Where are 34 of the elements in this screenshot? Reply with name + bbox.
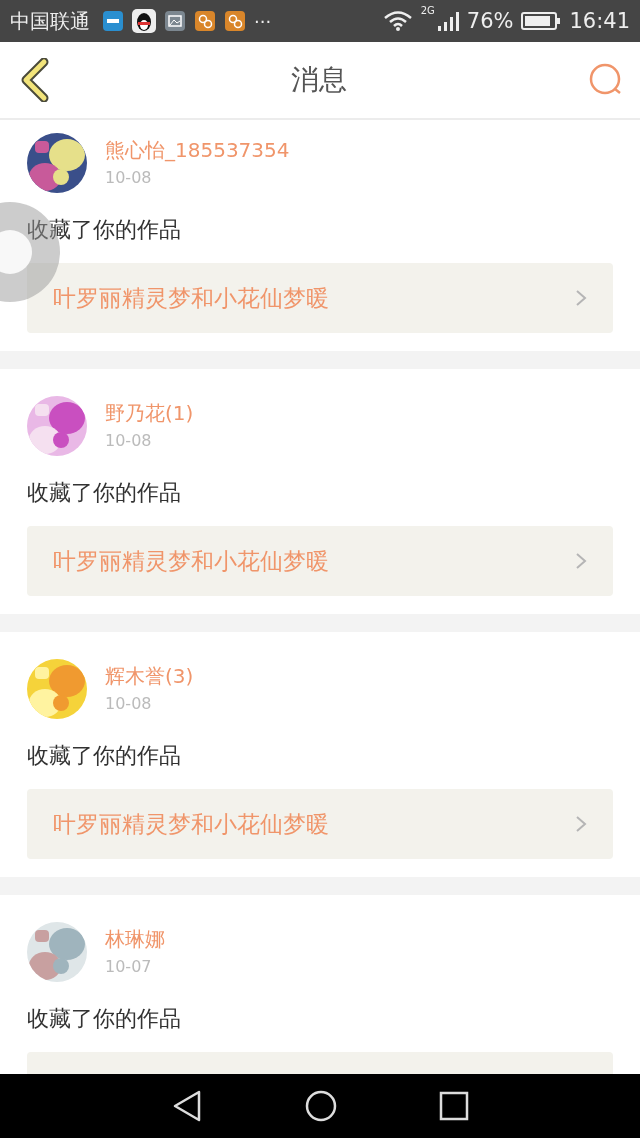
user-name[interactable]: 林琳娜 [105, 926, 165, 953]
recents-nav-icon[interactable] [439, 1091, 470, 1121]
network-type: 2G [420, 5, 435, 16]
message-text: 收藏了你的作品 [27, 1005, 182, 1033]
message-date: 10-08 [105, 168, 153, 187]
app-notification-icon [224, 10, 246, 32]
message-date: 10-07 [105, 957, 153, 976]
message-text: 收藏了你的作品 [27, 216, 182, 244]
page-title: 消息 [291, 62, 347, 98]
work-link[interactable]: 叶罗丽精灵梦和小花仙梦暖 [27, 263, 613, 333]
battery-icon [521, 11, 562, 31]
work-link[interactable]: 叶罗丽精灵梦和小花仙梦暖 [27, 526, 613, 596]
chevron-icon [575, 289, 587, 307]
image-icon [164, 10, 186, 32]
clock: 16:41 [569, 9, 630, 33]
message-date: 10-08 [105, 431, 153, 450]
user-name[interactable]: 辉木誉(3) [105, 663, 194, 690]
more-notifications: ··· [254, 10, 272, 32]
work-link[interactable]: 叶罗丽精灵梦和小花仙梦暖 [27, 789, 613, 859]
battery-percent: 76% [466, 9, 514, 33]
chevron-icon [575, 815, 587, 833]
home-nav-icon[interactable] [304, 1089, 338, 1123]
message-text: 收藏了你的作品 [27, 479, 182, 507]
signal-icon [436, 10, 459, 32]
user-name[interactable]: 熊心怡_185537354 [105, 137, 290, 164]
wifi-icon [382, 10, 413, 32]
message-date: 10-08 [105, 694, 153, 713]
app-notification-icon [194, 10, 216, 32]
app-notification-icon [102, 10, 124, 32]
carrier-name: 中国联通 [10, 7, 90, 35]
chevron-icon [575, 552, 587, 570]
message-text: 收藏了你的作品 [27, 742, 182, 770]
penguin-icon [132, 9, 156, 33]
user-name[interactable]: 野乃花(1) [105, 400, 194, 427]
